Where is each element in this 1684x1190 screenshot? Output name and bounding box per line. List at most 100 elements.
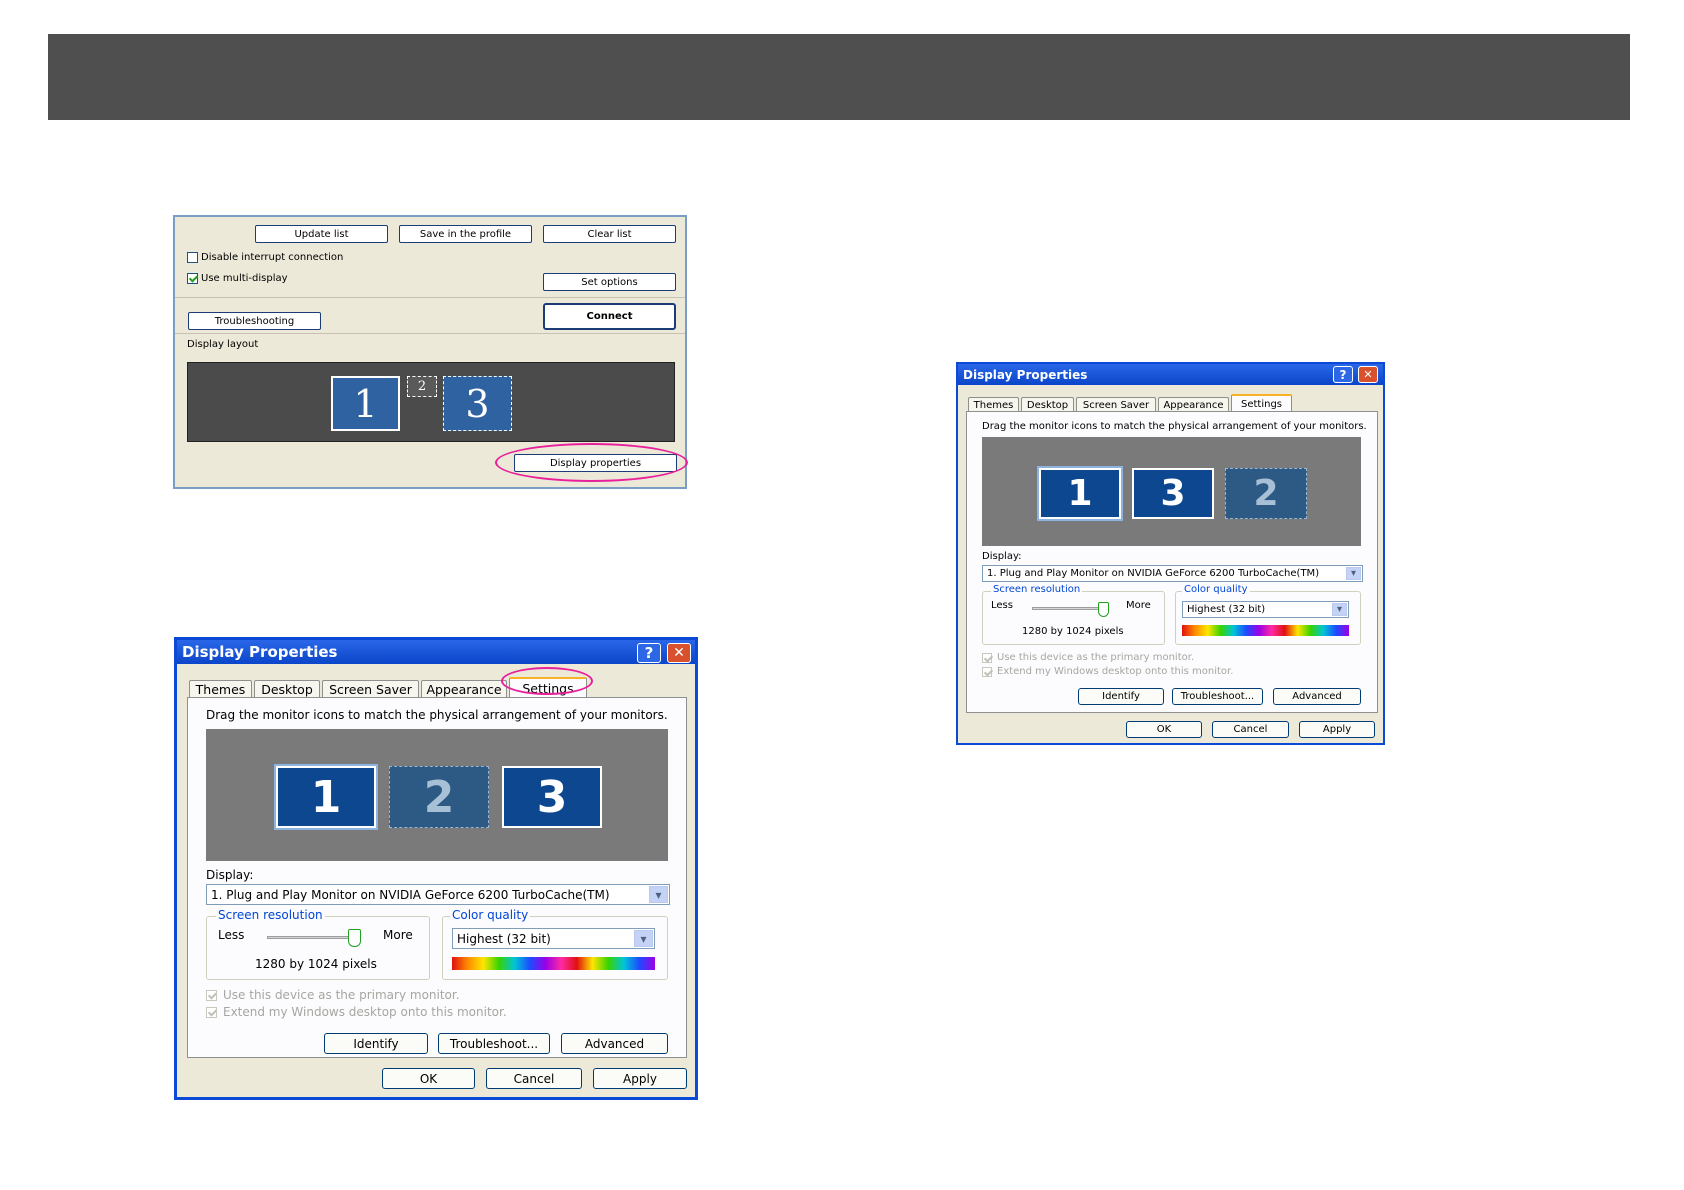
tab-screen-saver[interactable]: Screen Saver xyxy=(322,680,419,698)
apply-button[interactable]: Apply xyxy=(1299,721,1375,738)
checkbox-box[interactable] xyxy=(187,273,198,284)
display-select-value: 1. Plug and Play Monitor on NVIDIA GeFor… xyxy=(987,568,1320,579)
identify-button[interactable]: Identify xyxy=(1078,688,1164,705)
chevron-down-icon[interactable]: ▾ xyxy=(634,930,653,947)
instruction-text: Drag the monitor icons to match the phys… xyxy=(206,708,668,722)
display-select[interactable]: 1. Plug and Play Monitor on NVIDIA GeFor… xyxy=(982,565,1363,582)
layout-monitor-3[interactable]: 3 xyxy=(443,376,512,431)
color-quality-group: Color quality Highest (32 bit) ▾ xyxy=(1175,584,1361,645)
tab-appearance[interactable]: Appearance xyxy=(421,680,507,698)
primary-monitor-checkbox[interactable]: Use this device as the primary monitor. xyxy=(206,988,460,1002)
resolution-slider-track[interactable] xyxy=(1032,607,1104,610)
checkbox-box[interactable] xyxy=(982,652,992,663)
checkbox-box[interactable] xyxy=(206,989,217,1001)
advanced-button[interactable]: Advanced xyxy=(561,1033,668,1054)
less-label: Less xyxy=(991,600,1013,611)
clear-list-button[interactable]: Clear list xyxy=(543,225,676,243)
monitor-preview: 1 3 2 xyxy=(982,437,1361,546)
dialog-title: Display Properties xyxy=(182,643,338,661)
display-properties-dialog-small: Display Properties ? ✕ Themes Desktop Sc… xyxy=(956,362,1385,745)
cancel-button[interactable]: Cancel xyxy=(1212,721,1289,738)
tab-desktop[interactable]: Desktop xyxy=(1021,397,1074,412)
cancel-button[interactable]: Cancel xyxy=(486,1068,582,1089)
display-label: Display: xyxy=(982,551,1022,562)
layout-monitor-2[interactable]: 2 xyxy=(407,376,437,397)
extend-desktop-checkbox[interactable]: Extend my Windows desktop onto this moni… xyxy=(982,666,1233,677)
resolution-slider-thumb[interactable] xyxy=(1098,602,1109,617)
tab-themes[interactable]: Themes xyxy=(189,680,252,698)
display-select[interactable]: 1. Plug and Play Monitor on NVIDIA GeFor… xyxy=(206,884,670,905)
screen-resolution-group: Screen resolution Less More 1280 by 1024… xyxy=(982,584,1165,645)
color-quality-value: Highest (32 bit) xyxy=(457,931,551,946)
resolution-slider-thumb[interactable] xyxy=(348,929,361,947)
tab-strip: Themes Desktop Screen Saver Appearance S… xyxy=(189,676,589,698)
color-quality-label: Color quality xyxy=(1182,584,1250,595)
screen-resolution-label: Screen resolution xyxy=(216,908,325,922)
display-layout-area: 1 2 3 xyxy=(187,362,675,442)
divider xyxy=(175,333,685,334)
preview-monitor-2[interactable]: 2 xyxy=(389,766,489,828)
instruction-text: Drag the monitor icons to match the phys… xyxy=(982,421,1367,432)
screen-resolution-label: Screen resolution xyxy=(991,584,1083,595)
screen-resolution-group: Screen resolution Less More 1280 by 1024… xyxy=(206,908,430,980)
extend-desktop-label: Extend my Windows desktop onto this moni… xyxy=(223,1005,507,1019)
tab-settings[interactable]: Settings xyxy=(1231,394,1292,412)
layout-monitor-1[interactable]: 1 xyxy=(331,376,400,431)
color-quality-label: Color quality xyxy=(450,908,531,922)
primary-monitor-checkbox[interactable]: Use this device as the primary monitor. xyxy=(982,652,1194,663)
tab-desktop[interactable]: Desktop xyxy=(254,680,320,698)
chevron-down-icon[interactable]: ▾ xyxy=(649,886,668,903)
checkbox-box[interactable] xyxy=(206,1006,217,1018)
tab-screen-saver[interactable]: Screen Saver xyxy=(1076,397,1156,412)
troubleshooting-button[interactable]: Troubleshooting xyxy=(188,312,321,330)
troubleshoot-button[interactable]: Troubleshoot... xyxy=(1172,688,1263,705)
tab-strip: Themes Desktop Screen Saver Appearance S… xyxy=(968,393,1294,412)
preview-monitor-2[interactable]: 2 xyxy=(1225,468,1307,519)
checkbox-box[interactable] xyxy=(982,666,992,677)
connect-button[interactable]: Connect xyxy=(543,303,676,330)
ok-button[interactable]: OK xyxy=(382,1068,475,1089)
dialog-title-bar: Display Properties xyxy=(958,364,1383,385)
identify-button[interactable]: Identify xyxy=(324,1033,428,1054)
less-label: Less xyxy=(218,928,245,942)
disable-interrupt-label: Disable interrupt connection xyxy=(201,252,344,263)
use-multi-display-checkbox[interactable]: Use multi-display xyxy=(187,273,288,284)
advanced-button[interactable]: Advanced xyxy=(1273,688,1361,705)
save-profile-button[interactable]: Save in the profile xyxy=(399,225,532,243)
resolution-value: 1280 by 1024 pixels xyxy=(1022,626,1124,637)
use-multi-display-label: Use multi-display xyxy=(201,273,288,284)
color-quality-select[interactable]: Highest (32 bit) ▾ xyxy=(1182,601,1349,618)
preview-monitor-3[interactable]: 3 xyxy=(1132,468,1214,519)
preview-monitor-1[interactable]: 1 xyxy=(1037,466,1123,521)
extend-desktop-checkbox[interactable]: Extend my Windows desktop onto this moni… xyxy=(206,1005,507,1019)
chevron-down-icon[interactable]: ▾ xyxy=(1332,603,1347,616)
apply-button[interactable]: Apply xyxy=(593,1068,687,1089)
resolution-value: 1280 by 1024 pixels xyxy=(255,957,377,971)
disable-interrupt-checkbox[interactable]: Disable interrupt connection xyxy=(187,252,343,263)
display-properties-dialog-large: Display Properties ? ✕ Themes Desktop Sc… xyxy=(174,637,698,1100)
ok-button[interactable]: OK xyxy=(1126,721,1202,738)
help-button[interactable]: ? xyxy=(1333,366,1353,383)
display-layout-label: Display layout xyxy=(187,339,259,350)
color-quality-select[interactable]: Highest (32 bit) ▾ xyxy=(452,928,655,949)
resolution-slider-track[interactable] xyxy=(267,936,355,939)
troubleshoot-button[interactable]: Troubleshoot... xyxy=(438,1033,550,1054)
display-properties-button[interactable]: Display properties xyxy=(514,454,677,472)
help-button[interactable]: ? xyxy=(637,643,661,663)
close-icon[interactable]: ✕ xyxy=(1358,366,1378,383)
close-icon[interactable]: ✕ xyxy=(667,643,691,663)
display-select-value: 1. Plug and Play Monitor on NVIDIA GeFor… xyxy=(211,887,610,902)
color-quality-value: Highest (32 bit) xyxy=(1187,604,1266,615)
preview-monitor-1[interactable]: 1 xyxy=(274,764,378,830)
tab-appearance[interactable]: Appearance xyxy=(1158,397,1229,412)
chevron-down-icon[interactable]: ▾ xyxy=(1346,567,1361,580)
preview-monitor-3[interactable]: 3 xyxy=(502,766,602,828)
more-label: More xyxy=(1126,600,1151,611)
tab-themes[interactable]: Themes xyxy=(968,397,1019,412)
dialog-title-bar: Display Properties xyxy=(177,640,695,664)
checkbox-box[interactable] xyxy=(187,252,198,263)
set-options-button[interactable]: Set options xyxy=(543,273,676,291)
tab-settings[interactable]: Settings xyxy=(509,677,587,698)
page-header-bar xyxy=(48,34,1630,120)
update-list-button[interactable]: Update list xyxy=(255,225,388,243)
